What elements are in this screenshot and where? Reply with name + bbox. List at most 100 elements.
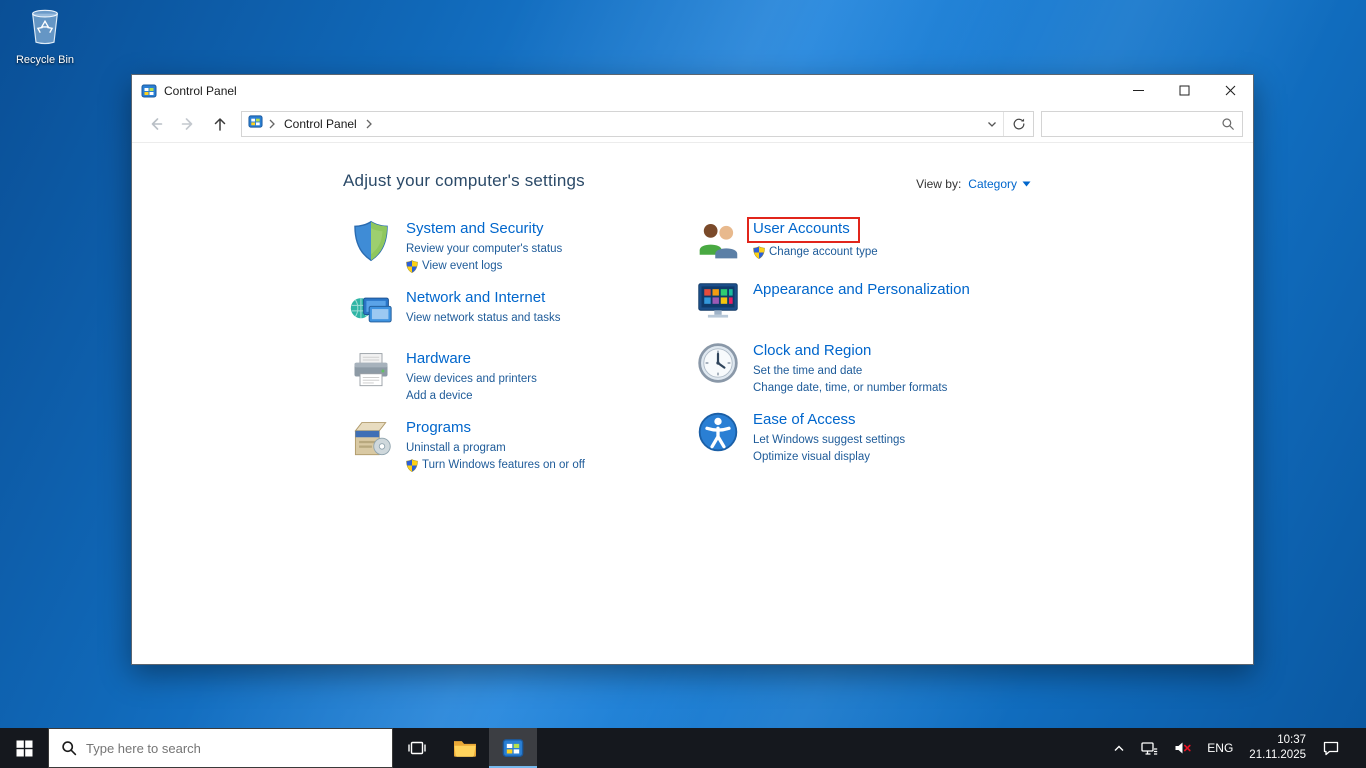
minimize-icon	[1132, 90, 1144, 91]
task-link-windows-suggest-settings[interactable]: Let Windows suggest settings	[753, 432, 905, 449]
recycle-bin-icon[interactable]: Recycle Bin	[6, 6, 84, 66]
category-clock-and-region: Clock and Region Set the time and date C…	[696, 341, 1136, 397]
task-view-icon	[408, 741, 426, 755]
category-title-network-and-internet[interactable]: Network and Internet	[406, 289, 545, 306]
breadcrumb-item-control-panel[interactable]: Control Panel	[281, 115, 360, 133]
recycle-bin-label: Recycle Bin	[15, 54, 75, 66]
task-link-uninstall-program[interactable]: Uninstall a program	[406, 440, 585, 457]
uac-shield-icon	[406, 260, 418, 273]
ease-of-access-icon[interactable]	[696, 410, 740, 454]
clock-and-region-icon[interactable]	[696, 341, 740, 385]
category-system-and-security: System and Security Review your computer…	[349, 219, 696, 275]
category-programs: Programs Uninstall a program Turn Window…	[349, 418, 696, 474]
category-title-system-and-security[interactable]: System and Security	[406, 220, 544, 237]
up-button[interactable]	[206, 111, 234, 137]
minimize-button[interactable]	[1115, 75, 1161, 106]
task-link-change-account-type[interactable]: Change account type	[753, 244, 878, 261]
taskbar-search[interactable]	[48, 728, 393, 768]
refresh-icon	[1013, 118, 1024, 130]
system-and-security-icon[interactable]	[349, 219, 393, 263]
control-panel-app-icon	[141, 83, 157, 99]
uac-shield-icon	[406, 459, 418, 472]
volume-muted-icon	[1175, 742, 1191, 754]
close-button[interactable]	[1207, 75, 1253, 106]
task-link-optimize-visual-display[interactable]: Optimize visual display	[753, 449, 905, 466]
breadcrumb-chevron-icon[interactable]	[268, 119, 276, 129]
navigation-bar: Control Panel	[132, 106, 1253, 143]
category-title-ease-of-access[interactable]: Ease of Access	[753, 411, 856, 428]
appearance-personalization-icon[interactable]	[696, 280, 740, 324]
categories-left: System and Security Review your computer…	[349, 219, 696, 487]
network-icon	[1141, 741, 1158, 755]
category-title-hardware[interactable]: Hardware	[406, 350, 471, 367]
category-title-user-accounts[interactable]: User Accounts	[753, 220, 850, 237]
category-hardware: Hardware View devices and printers Add a…	[349, 349, 696, 405]
maximize-icon	[1179, 85, 1189, 96]
network-and-internet-icon[interactable]	[349, 288, 393, 332]
uac-shield-icon	[753, 246, 765, 259]
category-network-and-internet: Network and Internet View network status…	[349, 288, 696, 336]
task-link-add-device[interactable]: Add a device	[406, 388, 537, 405]
task-link-review-status[interactable]: Review your computer's status	[406, 241, 562, 258]
desktop: Recycle Bin Control Panel Control Panel …	[0, 0, 1366, 768]
task-link-change-date-formats[interactable]: Change date, time, or number formats	[753, 380, 947, 397]
control-panel-icon	[502, 739, 524, 757]
titlebar[interactable]: Control Panel	[132, 75, 1253, 106]
action-center-icon	[1323, 741, 1339, 756]
windows-logo-icon	[16, 740, 32, 756]
category-ease-of-access: Ease of Access Let Windows suggest setti…	[696, 410, 1136, 466]
action-center-button[interactable]	[1317, 728, 1345, 768]
view-by-dropdown[interactable]: Category	[968, 177, 1031, 191]
address-dropdown-button[interactable]	[981, 112, 1003, 136]
breadcrumb: Control Panel	[242, 112, 981, 136]
back-button[interactable]	[142, 111, 170, 137]
system-tray: ENG 10:37 21.11.2025	[1108, 728, 1366, 768]
breadcrumb-app-icon[interactable]	[248, 114, 263, 134]
hardware-icon[interactable]	[349, 349, 393, 393]
back-arrow-icon	[151, 118, 163, 130]
caret-down-icon	[1022, 181, 1031, 187]
highlight-box: User Accounts	[747, 217, 860, 243]
control-panel-search[interactable]	[1041, 111, 1243, 137]
file-explorer-button[interactable]	[441, 728, 489, 768]
network-status-button[interactable]	[1136, 728, 1163, 768]
task-view-button[interactable]	[393, 728, 441, 768]
task-link-turn-windows-features[interactable]: Turn Windows features on or off	[406, 457, 585, 474]
category-appearance-personalization: Appearance and Personalization	[696, 280, 1136, 328]
chevron-up-icon	[1114, 745, 1124, 751]
task-link-view-devices-printers[interactable]: View devices and printers	[406, 371, 537, 388]
category-title-clock-and-region[interactable]: Clock and Region	[753, 342, 871, 359]
search-icon	[62, 741, 77, 756]
start-button[interactable]	[0, 728, 48, 768]
category-title-appearance-personalization[interactable]: Appearance and Personalization	[753, 281, 970, 298]
search-icon[interactable]	[1221, 117, 1235, 131]
breadcrumb-chevron-icon[interactable]	[365, 119, 373, 129]
user-accounts-icon[interactable]	[696, 219, 740, 263]
refresh-button[interactable]	[1003, 112, 1033, 136]
view-by-label: View by:	[916, 177, 962, 191]
categories-right: User Accounts Change account type Appear…	[696, 217, 1136, 487]
tray-overflow-button[interactable]	[1108, 728, 1130, 768]
address-bar[interactable]: Control Panel	[241, 111, 1034, 137]
task-link-view-network-status[interactable]: View network status and tasks	[406, 310, 560, 327]
category-user-accounts: User Accounts Change account type	[696, 217, 1136, 267]
volume-muted-button[interactable]	[1169, 728, 1196, 768]
taskbar-search-input[interactable]	[86, 740, 380, 756]
task-link-set-time-date[interactable]: Set the time and date	[753, 363, 947, 380]
window-controls	[1115, 75, 1253, 106]
view-by: View by: Category	[916, 177, 1031, 191]
forward-button[interactable]	[174, 111, 202, 137]
control-panel-home: Adjust your computer's settings View by:…	[132, 143, 1253, 664]
clock-time: 10:37	[1277, 734, 1306, 747]
language-indicator[interactable]: ENG	[1202, 728, 1238, 768]
chevron-down-icon	[988, 121, 996, 127]
taskbar-clock[interactable]: 10:37 21.11.2025	[1244, 728, 1311, 768]
up-arrow-icon	[214, 118, 226, 131]
maximize-button[interactable]	[1161, 75, 1207, 106]
page-title: Adjust your computer's settings	[343, 171, 585, 190]
programs-icon[interactable]	[349, 418, 393, 462]
category-title-programs[interactable]: Programs	[406, 419, 471, 436]
control-panel-taskbar-button[interactable]	[489, 728, 537, 768]
search-input[interactable]	[1049, 117, 1215, 131]
task-link-view-event-logs[interactable]: View event logs	[406, 258, 562, 275]
